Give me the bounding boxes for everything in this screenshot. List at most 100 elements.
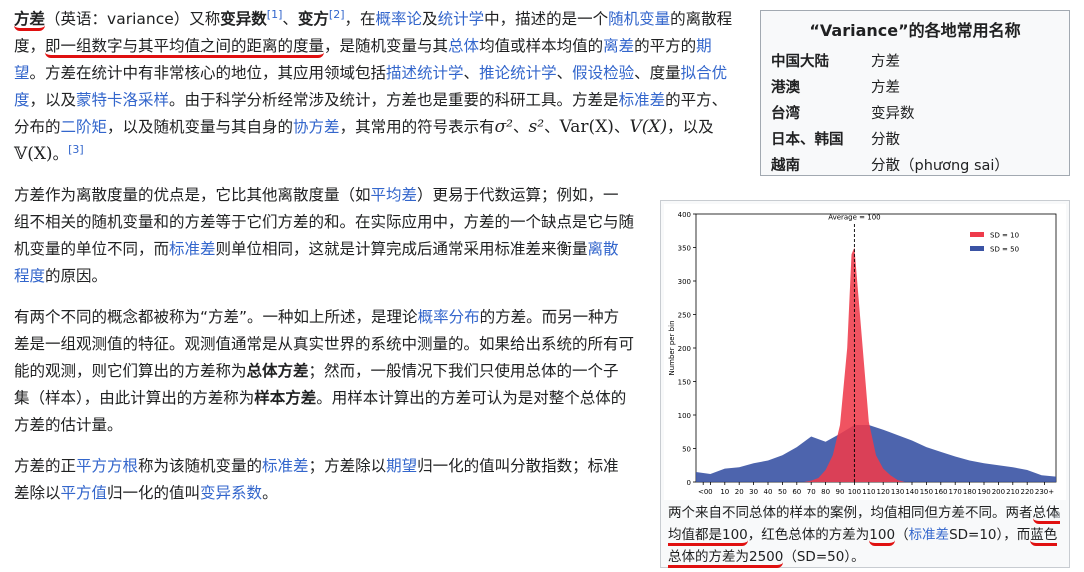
text: 的原因。 — [45, 267, 108, 285]
x-tick-label: 140 — [905, 488, 918, 496]
link-standard-deviation[interactable]: 标准差 — [169, 240, 216, 258]
bold-sample-variance: 样本方差 — [254, 389, 317, 407]
x-tick-label: 60 — [792, 488, 801, 496]
y-tick-label: 50 — [682, 446, 691, 454]
ref-3[interactable]: [3] — [68, 143, 84, 156]
link-population[interactable]: 总体 — [448, 37, 479, 55]
x-tick-label: 220 — [1021, 488, 1034, 496]
link-descriptive-stats[interactable]: 描述统计学 — [386, 64, 464, 82]
infobox-row: 港澳 方差 — [769, 73, 1009, 99]
link-coefficient-of-variation[interactable]: 变异系数 — [200, 484, 262, 502]
y-tick-label: 300 — [678, 278, 691, 286]
link-second-moment[interactable]: 二阶矩 — [61, 118, 108, 136]
ref-2[interactable]: [2] — [329, 8, 345, 21]
enlarge-icon[interactable]: ⧉ — [1052, 504, 1060, 526]
text: 。 — [52, 145, 69, 163]
link-probability[interactable]: 概率论 — [376, 10, 423, 28]
infobox-regional-names: “Variance”的各地常用名称 中国大陆 方差 港澳 方差 台湾 变异数 日本、韩… — [760, 10, 1070, 176]
link-standard-deviation[interactable]: 标准差 — [619, 91, 666, 109]
x-tick-label: 70 — [807, 488, 816, 496]
symbol-vv-x: 𝕍(X) — [14, 144, 53, 164]
text: 。 — [262, 484, 278, 502]
x-tick-label: 160 — [934, 488, 947, 496]
caption-text: （SD=50）。 — [783, 549, 865, 565]
paragraph-3: 有两个不同的概念都被称为“方差”。一种如上所述，是理论概率分布的方差。而另一种方… — [14, 304, 634, 439]
region-name: 方差 — [871, 53, 900, 70]
text: ，在 — [344, 10, 376, 28]
text: ，以及随机变量与其自身的 — [107, 118, 294, 136]
text: 方差作为离散度量的优点是，它比其他离散度量（如 — [14, 186, 371, 204]
x-tick-label: 20 — [735, 488, 744, 496]
link-mean[interactable]: 平方值 — [61, 484, 108, 502]
x-tick-label: 180 — [963, 488, 976, 496]
caption-text: 两个来自不同总体的样本的案例，均值相同但方差不同。两者 — [668, 505, 1033, 521]
link-expectation[interactable]: 期望 — [386, 457, 417, 475]
text: ）又称 — [173, 10, 221, 28]
legend-label: SD = 10 — [990, 232, 1019, 240]
region-label: 越南 — [771, 157, 800, 174]
x-tick-label: 200 — [992, 488, 1005, 496]
x-tick-label: 40 — [764, 488, 773, 496]
ref-1[interactable]: [1] — [267, 8, 283, 21]
link-probability-distribution[interactable]: 概率分布 — [418, 308, 480, 326]
region-label: 日本、韩国 — [771, 131, 844, 148]
text: 及 — [422, 10, 438, 28]
region-name: 分散（phương sai） — [871, 157, 1009, 174]
alt-term-2: 变方 — [297, 10, 329, 28]
caption-text: （ — [895, 527, 909, 543]
text: （英语： — [45, 10, 108, 28]
variance-histogram-chart[interactable]: 050100150200250300350400Number per bin<0… — [664, 204, 1066, 500]
text: 均值或样本均值的 — [479, 37, 604, 55]
english-term: variance — [107, 10, 174, 28]
term-variance: 方差 — [14, 10, 46, 31]
link-inferential-stats[interactable]: 推论统计学 — [479, 64, 557, 82]
link-monte-carlo[interactable]: 蒙特卡洛采样 — [76, 91, 169, 109]
symbol-v-x: V(X) — [629, 117, 668, 137]
region-name: 方差 — [871, 79, 900, 96]
lead-paragraph: 方差（英语：variance）又称变异数[1]、变方[2]，在概率论及统计学中，… — [14, 6, 736, 168]
text: 、 — [544, 118, 560, 136]
link-standard-deviation[interactable]: 标准差 — [262, 457, 309, 475]
infobox-row: 台湾 变异数 — [769, 99, 1009, 125]
x-tick-label: 210 — [1006, 488, 1019, 496]
infobox-row: 日本、韩国 分散 — [769, 125, 1009, 151]
text: 、 — [613, 118, 630, 136]
x-tick-label: 90 — [836, 488, 845, 496]
text: ，以及 — [29, 91, 77, 109]
link-random-variable[interactable]: 随机变量 — [608, 10, 670, 28]
link-square-root[interactable]: 平方方根 — [76, 457, 138, 475]
text: ，是随机变量与其 — [324, 37, 449, 55]
figure-caption: ⧉ 两个来自不同总体的样本的案例，均值相同但方差不同。两者总体均值都是100，红… — [668, 502, 1062, 568]
text: 方差的正 — [14, 457, 77, 475]
x-tick-label: 50 — [778, 488, 787, 496]
article-body: 方差（英语：variance）又称变异数[1]、变方[2]，在概率论及统计学中，… — [14, 6, 736, 521]
region-name: 变异数 — [871, 105, 915, 122]
y-tick-label: 400 — [678, 211, 691, 219]
y-tick-label: 250 — [678, 312, 691, 320]
link-covariance[interactable]: 协方差 — [293, 118, 340, 136]
link-deviation[interactable]: 离差 — [603, 37, 634, 55]
text: 、 — [463, 64, 480, 82]
definition-highlight: 即一组数字与其平均值之间的距离的度量 — [45, 37, 325, 58]
bold-population-variance: 总体方差 — [246, 362, 309, 380]
caption-text: ，红色总体的方差为 — [747, 527, 870, 543]
text: ，以及 — [667, 118, 714, 136]
text: 称为该随机变量的 — [138, 457, 263, 475]
infobox-table: 中国大陆 方差 港澳 方差 台湾 变异数 日本、韩国 分散 越南 分散（phương sa… — [769, 47, 1009, 177]
y-tick-label: 200 — [678, 345, 691, 353]
text: 、 — [556, 64, 573, 82]
caption-link-standard-deviation[interactable]: 标准差 — [909, 527, 950, 543]
caption-highlight-red-variance: 100 — [869, 527, 896, 546]
infobox-title: “Variance”的各地常用名称 — [809, 21, 1021, 40]
symbol-s-squared: s² — [528, 117, 545, 137]
text: 有两个不同的概念都被称为“方差”。一种如上所述，是理论 — [14, 308, 418, 326]
link-statistics[interactable]: 统计学 — [438, 10, 485, 28]
infobox-row: 越南 分散（phương sai） — [769, 151, 1009, 177]
region-label: 台湾 — [771, 105, 800, 122]
text: 中，描述的是一个 — [484, 10, 609, 28]
text: ，其常用的符号表示有 — [339, 118, 495, 136]
link-hypothesis-test[interactable]: 假设检验 — [572, 64, 634, 82]
bottom-fade — [0, 540, 660, 572]
x-tick-label: 0 — [708, 488, 712, 496]
link-mean-deviation[interactable]: 平均差 — [371, 186, 418, 204]
